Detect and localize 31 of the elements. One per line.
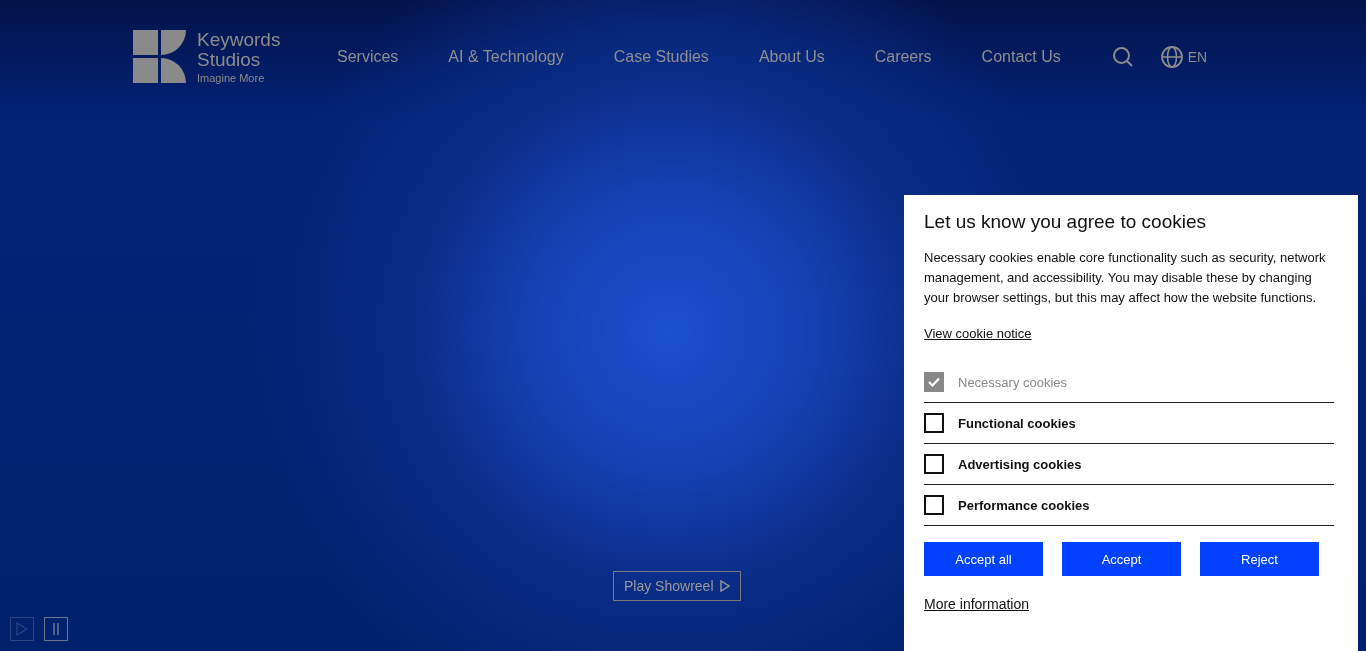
logo-icon [133, 29, 186, 83]
consent-button[interactable]: Reject [1200, 542, 1319, 576]
nav-link[interactable]: About Us [758, 47, 825, 66]
checkbox-label[interactable]: Performance cookies [958, 497, 1090, 513]
checkbox-label[interactable]: Advertising cookies [958, 456, 1082, 472]
play-showreel-button[interactable]: Play Showreel [613, 571, 741, 601]
nav-link[interactable]: Careers [874, 47, 932, 66]
pause-icon [50, 622, 62, 636]
play-icon [719, 580, 730, 592]
more-information-link[interactable]: More information [924, 596, 1030, 612]
language-selector[interactable]: EN [1187, 48, 1208, 65]
consent-button[interactable]: Accept [1062, 542, 1181, 576]
nav-link[interactable]: AI & Technology [448, 47, 564, 66]
globe-icon[interactable] [1160, 45, 1183, 68]
nav-link[interactable]: Services [337, 47, 399, 66]
cookie-notice-link[interactable]: View cookie notice [924, 326, 1032, 341]
nav-link[interactable]: Case Studies [613, 47, 709, 66]
checkmark-icon [927, 376, 941, 388]
dialog-title: Let us know you agree to cookies [924, 211, 1207, 233]
checkbox[interactable] [924, 413, 944, 433]
logo-wordmark[interactable]: Keywords Studios [197, 29, 281, 70]
video-pause-button[interactable] [44, 617, 68, 641]
consent-button[interactable]: Accept all [924, 542, 1043, 576]
nav-link[interactable]: Contact Us [981, 47, 1061, 66]
dialog-text: Necessary cookies enable core functionality such as security, network management, and accessibility. You may disable these by changing your browser settings, but this may affect how the website functions. [924, 249, 1327, 307]
checkbox[interactable] [924, 495, 944, 515]
checkbox[interactable] [924, 454, 944, 474]
play-icon [16, 622, 28, 636]
checkbox-label[interactable]: Functional cookies [958, 415, 1076, 431]
logo-tagline: Imagine More [197, 71, 266, 84]
search-icon[interactable] [1111, 45, 1134, 68]
